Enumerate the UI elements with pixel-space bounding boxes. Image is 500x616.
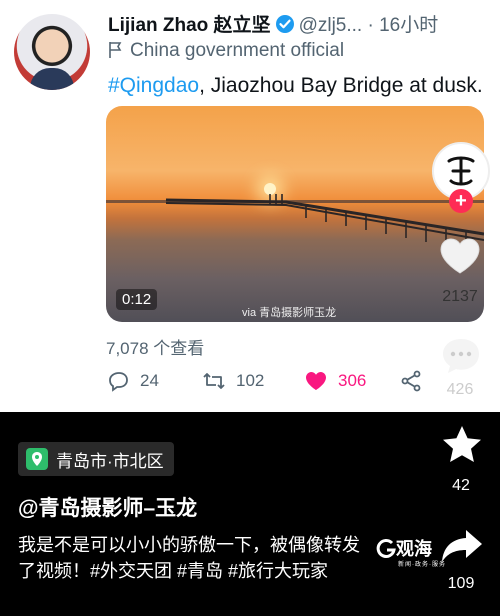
guanhai-logo: 观海 新闻·政务·服务 <box>376 535 446 568</box>
retweet-icon <box>203 373 225 389</box>
location-tag[interactable]: 青岛市·市北区 <box>18 442 174 476</box>
side-favorite-count: 42 <box>452 477 470 494</box>
tweet-header: Lijian Zhao 赵立坚 @zlj5... · 16小时 <box>108 10 438 40</box>
side-share-count: 109 <box>447 575 475 592</box>
user-handle[interactable]: @zlj5... <box>299 15 363 36</box>
comment-bubble-icon[interactable] <box>440 336 482 376</box>
location-text: 青岛市·市北区 <box>56 451 164 471</box>
creator-logo-icon <box>447 156 475 186</box>
government-label[interactable]: China government official <box>108 40 344 65</box>
video-author[interactable]: @青岛摄影师–玉龙 <box>18 492 197 522</box>
location-pin-icon <box>26 448 48 470</box>
tweet-body: , Jiaozhou Bay Bridge at dusk. <box>199 74 483 97</box>
side-like-count: 2137 <box>442 288 478 305</box>
verified-badge-icon <box>275 14 295 40</box>
share-arrow-icon[interactable] <box>440 526 484 566</box>
retweet-count: 102 <box>236 371 265 390</box>
heart-filled-icon <box>306 372 326 390</box>
tweet-time[interactable]: · 16小时 <box>367 15 438 36</box>
share-icon <box>401 370 421 392</box>
share-button[interactable] <box>400 370 422 392</box>
author-avatar[interactable] <box>14 14 90 90</box>
avatar-shirt <box>30 68 74 90</box>
flag-icon <box>108 41 124 65</box>
side-comment-count: 426 <box>446 381 474 398</box>
like-heart-icon[interactable] <box>438 236 482 276</box>
video-caption: 我是不是可以小小的骄傲一下，被偶像转发了视频！#外交天团 #青岛 #旅行大玩家 <box>18 535 360 581</box>
video-player[interactable]: 0:12 via 青岛摄影师玉龙 <box>106 106 484 322</box>
video-duration: 0:12 <box>116 289 158 310</box>
bridge-silhouette <box>166 194 484 250</box>
tweet-text: #Qingdao, Jiaozhou Bay Bridge at dusk. <box>108 74 483 98</box>
favorite-star-icon[interactable] <box>441 424 483 464</box>
tweet-actions: 24 102 306 <box>108 370 438 398</box>
video-watermark: via 青岛摄影师玉龙 <box>242 307 337 319</box>
like-button[interactable]: 306 <box>304 370 366 392</box>
guanhai-g-icon <box>376 538 396 558</box>
reply-button[interactable]: 24 <box>108 370 159 392</box>
hashtag-link[interactable]: #Qingdao <box>108 74 199 97</box>
logo-subtext: 新闻·政务·服务 <box>398 562 446 568</box>
retweet-button[interactable]: 102 <box>202 370 264 392</box>
like-count: 306 <box>338 371 367 390</box>
follow-plus-button[interactable]: + <box>449 189 473 213</box>
government-label-text: China government official <box>130 40 345 61</box>
view-count: 7,078 个查看 <box>106 339 205 358</box>
reply-count: 24 <box>140 371 159 390</box>
reply-icon <box>109 372 128 392</box>
logo-text: 观海 <box>396 539 432 559</box>
display-name[interactable]: Lijian Zhao 赵立坚 <box>108 15 271 36</box>
tweet-card: Lijian Zhao 赵立坚 @zlj5... · 16小时 China go… <box>0 0 500 412</box>
